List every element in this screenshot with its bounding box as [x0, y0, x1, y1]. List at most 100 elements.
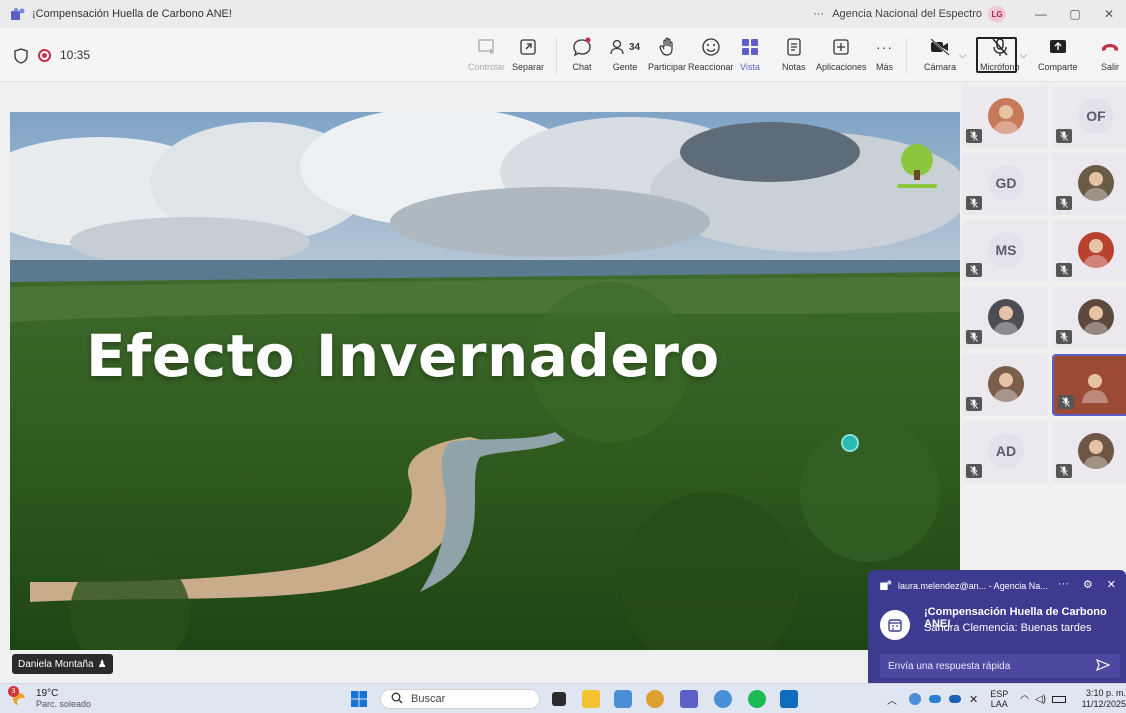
- recording-icon: [38, 49, 51, 62]
- mic-muted-icon: [1056, 263, 1072, 277]
- title-right: ··· Agencia Nacional del Espectro LG — ▢…: [813, 0, 1126, 28]
- presenting-icon: ♟: [97, 658, 107, 670]
- participant-tile[interactable]: [1052, 287, 1126, 349]
- mic-muted-icon: [966, 464, 982, 478]
- user-avatar[interactable]: LG: [988, 6, 1006, 22]
- mic-muted-icon: [966, 263, 982, 277]
- mic-muted-icon: [966, 397, 982, 411]
- title-more-button[interactable]: ···: [813, 8, 824, 20]
- presenter-name-tag: Daniela Montaña ♟: [12, 654, 113, 674]
- mic-muted-icon: [966, 196, 982, 210]
- chat-icon: [572, 36, 592, 58]
- onedrive-icon[interactable]: [929, 695, 941, 703]
- restore-button[interactable]: ▢: [1058, 7, 1092, 21]
- participant-tile[interactable]: AD: [962, 421, 1048, 483]
- control-button[interactable]: Controlar: [468, 36, 505, 72]
- participant-tile[interactable]: [962, 86, 1048, 148]
- send-icon[interactable]: [1095, 658, 1111, 674]
- participant-tile[interactable]: OF: [1052, 86, 1126, 148]
- chat-button[interactable]: Chat: [572, 36, 592, 72]
- pop-out-button[interactable]: Separar: [512, 36, 544, 72]
- mic-muted-icon: [966, 330, 982, 344]
- chrome-profile-icon[interactable]: [714, 690, 732, 708]
- participant-tile[interactable]: MS: [962, 220, 1048, 282]
- toolbar-divider: [556, 38, 557, 74]
- windows-start-icon[interactable]: [350, 690, 368, 708]
- notification-sender: laura.melendez@an... - Agencia Na...: [898, 581, 1048, 591]
- org-name[interactable]: Agencia Nacional del Espectro: [832, 8, 982, 20]
- notification-message: Sandra Clemencia: Buenas tardes: [924, 622, 1092, 634]
- volume-icon[interactable]: ◁): [1035, 694, 1046, 705]
- participant-tile[interactable]: [1052, 354, 1126, 416]
- raise-hand-button[interactable]: Participar: [648, 36, 686, 72]
- outlook-icon[interactable]: [780, 690, 798, 708]
- share-button[interactable]: Comparte: [1038, 36, 1078, 72]
- people-button[interactable]: 34 Gente: [610, 36, 640, 72]
- mic-muted-icon: [966, 129, 982, 143]
- close-window-button[interactable]: ✕: [1092, 7, 1126, 21]
- participant-avatar-photo: [988, 366, 1024, 402]
- notification-close-icon[interactable]: ✕: [1107, 578, 1116, 591]
- participant-tile[interactable]: [1052, 421, 1126, 483]
- participant-tile[interactable]: [962, 354, 1048, 416]
- participant-avatar-photo: [988, 98, 1024, 134]
- participant-tile[interactable]: [1052, 153, 1126, 215]
- notes-icon: [786, 36, 802, 58]
- chrome-tray-icon[interactable]: [909, 693, 921, 705]
- minimize-button[interactable]: —: [1024, 7, 1058, 21]
- weather-condition: Parc. soleado: [36, 699, 92, 709]
- file-explorer-icon[interactable]: [582, 690, 600, 708]
- participant-tile[interactable]: GD: [962, 153, 1048, 215]
- add-app-icon: [832, 36, 850, 58]
- mic-muted-tray-icon[interactable]: ✕: [969, 693, 978, 706]
- meeting-toolbar: 10:35 Controlar Separar Chat 34 Gente Pa…: [0, 28, 1126, 82]
- participant-initials: GD: [988, 165, 1024, 201]
- tray-overflow-icon[interactable]: ︿: [887, 692, 897, 707]
- react-button[interactable]: Reaccionar: [688, 36, 734, 72]
- leave-button[interactable]: Salir: [1100, 36, 1120, 72]
- participant-initials: MS: [988, 232, 1024, 268]
- teams-logo-icon: [10, 7, 26, 21]
- hang-up-icon: [1100, 36, 1120, 58]
- wifi-icon[interactable]: ◠: [1020, 694, 1029, 705]
- system-tray: ︿ ✕ ESP LAA ◠ ◁) 3:10 p. m. 11/12/2025: [887, 684, 1126, 713]
- camera-button[interactable]: Cámara: [924, 36, 956, 72]
- participant-tile[interactable]: [962, 287, 1048, 349]
- pointer-cursor-icon: [841, 434, 859, 452]
- notes-button[interactable]: Notas: [782, 36, 806, 72]
- notification-more-icon[interactable]: ···: [1058, 578, 1069, 591]
- view-button[interactable]: Vista: [740, 36, 760, 72]
- calendar-icon: [880, 610, 910, 640]
- battery-icon[interactable]: [1052, 695, 1066, 703]
- participant-avatar-photo: [1078, 232, 1114, 268]
- quick-reply-input[interactable]: Envía una respuesta rápida: [880, 654, 1120, 678]
- onedrive-business-icon[interactable]: [949, 695, 961, 703]
- teams-meeting-window: ¡Compensación Huella de Carbono ANE! ···…: [0, 0, 1126, 713]
- more-button[interactable]: ··· Más: [876, 36, 893, 72]
- task-view-icon[interactable]: [552, 692, 566, 706]
- window-title: ¡Compensación Huella de Carbono ANE!: [32, 8, 232, 20]
- mic-options-chevron-icon[interactable]: ⌵: [1020, 50, 1027, 61]
- people-count: 34: [629, 41, 641, 53]
- participant-avatar-photo: [1078, 299, 1114, 335]
- chat-notification[interactable]: laura.melendez@an... - Agencia Na... ···…: [868, 570, 1126, 694]
- weather-widget[interactable]: 3 19°C Parc. soleado: [8, 685, 92, 709]
- mic-muted-icon: [1056, 196, 1072, 210]
- camera-options-chevron-icon[interactable]: ⌵: [959, 50, 966, 61]
- shared-slide: Efecto Invernadero: [10, 112, 960, 650]
- chrome-icon[interactable]: [646, 690, 664, 708]
- clock-date[interactable]: 3:10 p. m. 11/12/2025: [1076, 688, 1126, 710]
- input-language[interactable]: ESP LAA: [990, 689, 1008, 709]
- smiley-icon: [701, 36, 721, 58]
- microphone-focus-ring: [976, 37, 1017, 73]
- apps-button[interactable]: Aplicaciones: [816, 36, 867, 72]
- weather-sun-icon: 3: [8, 685, 30, 709]
- mic-muted-icon: [1056, 464, 1072, 478]
- teams-taskbar-icon[interactable]: [680, 690, 698, 708]
- participant-tile[interactable]: [1052, 220, 1126, 282]
- photos-app-icon[interactable]: [614, 690, 632, 708]
- spotify-icon[interactable]: [748, 690, 766, 708]
- notification-settings-icon[interactable]: ⚙: [1083, 578, 1093, 591]
- hand-icon: [658, 36, 676, 58]
- taskbar-search[interactable]: Buscar: [380, 689, 540, 709]
